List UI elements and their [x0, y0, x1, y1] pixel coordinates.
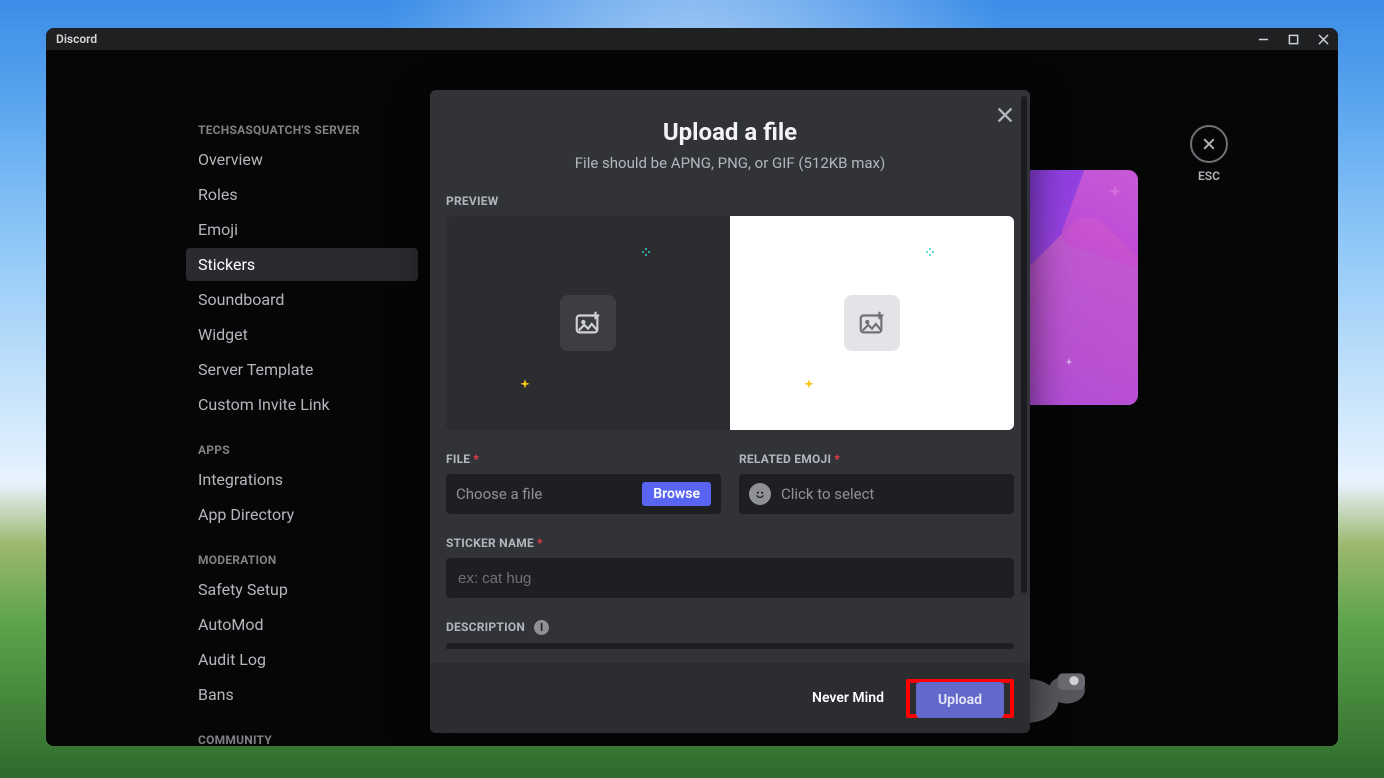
sparkle-icon [802, 378, 816, 392]
upload-file-modal: Upload a file File should be APNG, PNG, … [430, 90, 1030, 733]
sparkle-icon [640, 246, 652, 258]
preview-dark-pane[interactable] [446, 216, 730, 430]
info-icon[interactable]: i [534, 620, 549, 635]
modal-close-button[interactable] [994, 104, 1016, 130]
modal-subtitle: File should be APNG, PNG, or GIF (512KB … [430, 154, 1030, 172]
sticker-placeholder-dark [560, 295, 616, 351]
file-placeholder: Choose a file [456, 485, 642, 503]
browse-button[interactable]: Browse [642, 482, 711, 506]
related-emoji-select[interactable]: Click to select [739, 474, 1014, 514]
related-emoji-label: RELATED EMOJI* [739, 452, 1014, 466]
preview-row [446, 216, 1014, 430]
window-titlebar: Discord [46, 28, 1338, 50]
window-maximize-button[interactable] [1278, 28, 1308, 50]
smiley-icon [749, 483, 771, 505]
window-minimize-button[interactable] [1248, 28, 1278, 50]
sparkle-icon [924, 246, 936, 258]
sticker-name-input[interactable] [446, 558, 1014, 598]
modal-footer: Never Mind Upload [430, 663, 1030, 733]
close-icon [994, 104, 1016, 126]
sparkle-icon [518, 378, 532, 392]
sticker-name-label: STICKER NAME* [446, 536, 1014, 550]
app-name: Discord [56, 32, 97, 46]
window-close-button[interactable] [1308, 28, 1338, 50]
description-label: DESCRIPTION i [446, 620, 1014, 635]
description-input-peek[interactable] [446, 643, 1014, 649]
preview-label: PREVIEW [446, 194, 1014, 208]
sticker-placeholder-light [844, 295, 900, 351]
emoji-placeholder: Click to select [781, 485, 1004, 503]
cancel-button[interactable]: Never Mind [798, 680, 898, 716]
modal-title: Upload a file [430, 118, 1030, 146]
file-label: FILE* [446, 452, 721, 466]
upload-button[interactable]: Upload [916, 682, 1004, 718]
image-plus-icon [857, 308, 887, 338]
app-body: TECHSASQUATCH'S SERVER Overview Roles Em… [46, 50, 1338, 746]
upload-highlight-box: Upload [906, 679, 1014, 718]
discord-window: Discord TECHSASQUATCH'S SERVER Overview … [46, 28, 1338, 746]
preview-light-pane[interactable] [730, 216, 1014, 430]
file-input[interactable]: Choose a file Browse [446, 474, 721, 514]
modal-scrollbar[interactable] [1021, 96, 1027, 593]
image-plus-icon [573, 308, 603, 338]
